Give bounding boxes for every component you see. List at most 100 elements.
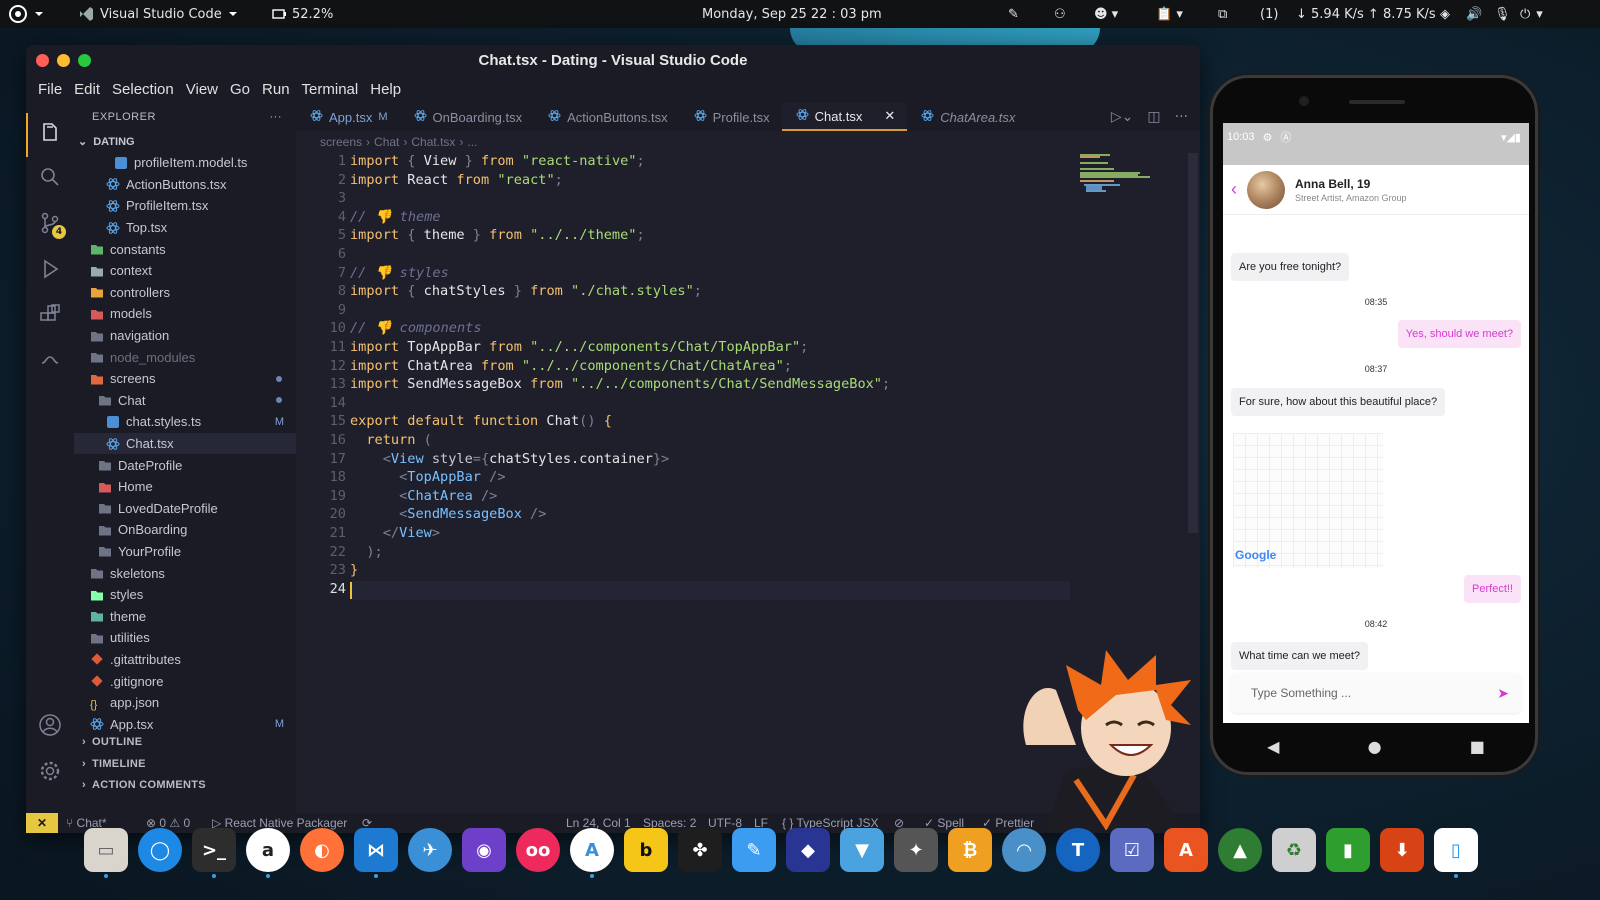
t-app-icon[interactable]: T: [1056, 828, 1100, 872]
code-line[interactable]: export default function Chat() {: [350, 413, 612, 429]
code-line[interactable]: <View style={chatStyles.container}>: [350, 451, 669, 467]
android-studio-icon[interactable]: A: [570, 828, 614, 878]
battery-indicator[interactable]: 52.2%: [272, 0, 333, 28]
code-line[interactable]: import { chatStyles } from "./chat.style…: [350, 283, 702, 299]
software-center-icon[interactable]: A: [1164, 828, 1208, 872]
clipboard-icon[interactable]: 📋 ▾: [1156, 0, 1183, 28]
code-line[interactable]: import TopAppBar from "../../components/…: [350, 339, 808, 355]
explorer-icon[interactable]: [38, 121, 62, 145]
code-line[interactable]: import ChatArea from "../../components/C…: [350, 358, 792, 374]
tree-item[interactable]: constants: [74, 238, 296, 260]
send-message-box[interactable]: Type Something ... ➤: [1231, 673, 1521, 713]
code-line[interactable]: </View>: [350, 525, 440, 541]
vscode-icon[interactable]: ⋈: [354, 828, 398, 878]
trash-icon[interactable]: ♻: [1272, 828, 1316, 872]
run-file-icon[interactable]: ▷⌄: [1111, 109, 1134, 125]
code-line[interactable]: <SendMessageBox />: [350, 506, 546, 522]
tree-item[interactable]: skeletons: [74, 562, 296, 584]
tree-item[interactable]: LovedDateProfile: [74, 498, 296, 520]
settings-gear-icon[interactable]: [38, 759, 62, 783]
tree-item[interactable]: Home: [74, 476, 296, 498]
active-app-menu[interactable]: Visual Studio Code: [78, 0, 238, 28]
map-preview[interactable]: Google: [1233, 433, 1383, 568]
power-menu[interactable]: ⏻ ▾: [1520, 0, 1543, 28]
community-icon[interactable]: ⚇: [1054, 0, 1066, 28]
tree-item[interactable]: DateProfile: [74, 454, 296, 476]
search-icon[interactable]: [38, 165, 62, 189]
volume-icon[interactable]: 🔊: [1466, 0, 1482, 28]
download-icon[interactable]: ⬇: [1380, 828, 1424, 872]
code-line[interactable]: // 👎 components: [350, 320, 482, 336]
clock[interactable]: Monday, Sep 25 22 : 03 pm: [702, 0, 882, 28]
source-control-icon[interactable]: 4: [38, 211, 66, 239]
tree-item[interactable]: theme: [74, 605, 296, 627]
menu-item-run[interactable]: Run: [256, 81, 296, 98]
message-bubble[interactable]: Yes, should we meet?: [1397, 320, 1521, 348]
tree-item[interactable]: context: [74, 260, 296, 282]
extensions-icon[interactable]: [38, 303, 62, 327]
files-icon[interactable]: ▭: [84, 828, 128, 878]
nav-home-icon[interactable]: ●: [1368, 737, 1382, 756]
terminal-icon[interactable]: >_: [192, 828, 236, 878]
remote-explorer-icon[interactable]: [38, 349, 62, 373]
tree-item[interactable]: controllers: [74, 282, 296, 304]
tree-item[interactable]: ActionButtons.tsx: [74, 174, 296, 196]
firefox-icon[interactable]: ◐: [300, 828, 344, 872]
message-bubble[interactable]: Perfect!!: [1464, 575, 1521, 603]
pen-icon[interactable]: ✎: [1008, 0, 1019, 28]
tab-app-tsx[interactable]: App.tsx M: [296, 103, 400, 131]
code-line[interactable]: import React from "react";: [350, 172, 563, 188]
tree-item[interactable]: models: [74, 303, 296, 325]
emoji-menu-icon[interactable]: ☻ ▾: [1094, 0, 1118, 28]
close-window-button[interactable]: [36, 54, 49, 67]
code-line[interactable]: <TopAppBar />: [350, 469, 505, 485]
rocket-app-icon[interactable]: ▲: [1218, 828, 1262, 872]
maximize-window-button[interactable]: [78, 54, 91, 67]
account-icon[interactable]: [38, 713, 62, 737]
tree-item[interactable]: Chat.tsx: [74, 432, 296, 455]
menu-item-view[interactable]: View: [180, 81, 224, 98]
github-icon[interactable]: ◉: [462, 828, 506, 872]
extension-icon[interactable]: ⧉: [1218, 0, 1227, 28]
breadcrumb-item[interactable]: ...: [467, 135, 477, 149]
fox-app-icon[interactable]: ▼: [840, 828, 884, 872]
code-line[interactable]: import SendMessageBox from "../../compon…: [350, 376, 890, 392]
menu-item-help[interactable]: Help: [364, 81, 407, 98]
microphone-icon[interactable]: 🎙: [1494, 0, 1511, 28]
code-line[interactable]: // 👎 theme: [350, 209, 441, 225]
run-debug-icon[interactable]: [38, 257, 62, 281]
tab-actionbuttons-tsx[interactable]: ActionButtons.tsx: [534, 103, 679, 131]
tree-item[interactable]: node_modules: [74, 346, 296, 368]
message-bubble[interactable]: What time can we meet?: [1231, 642, 1369, 670]
outline-section[interactable]: › OUTLINE: [74, 731, 296, 753]
tree-item[interactable]: .gitignore: [74, 670, 296, 692]
split-editor-icon[interactable]: ◫: [1147, 109, 1160, 125]
breadcrumb-item[interactable]: screens: [320, 135, 362, 149]
remote-indicator[interactable]: ✕: [26, 813, 58, 833]
gimp-icon[interactable]: ✦: [894, 828, 938, 872]
tree-item[interactable]: YourProfile: [74, 541, 296, 563]
menu-item-edit[interactable]: Edit: [68, 81, 106, 98]
code-line[interactable]: // 👎 styles: [350, 265, 449, 281]
tab-profile-tsx[interactable]: Profile.tsx: [680, 103, 782, 131]
breadcrumb-item[interactable]: Chat: [374, 135, 399, 149]
contact-avatar[interactable]: [1247, 170, 1285, 209]
message-bubble[interactable]: For sure, how about this beautiful place…: [1231, 388, 1446, 416]
more-actions-icon[interactable]: ···: [1175, 109, 1188, 125]
action-comments-section[interactable]: › ACTION COMMENTS: [74, 774, 296, 796]
wifi-icon[interactable]: ◈: [1440, 0, 1450, 28]
menu-item-terminal[interactable]: Terminal: [296, 81, 365, 98]
tree-item[interactable]: chat.styles.ts M: [74, 411, 296, 433]
notes-icon[interactable]: ✎: [732, 828, 776, 872]
layers-app-icon[interactable]: ◆: [786, 828, 830, 872]
b-app-icon[interactable]: b: [624, 828, 668, 872]
tree-item[interactable]: utilities: [74, 627, 296, 649]
figma-icon[interactable]: ✤: [678, 828, 722, 872]
tree-item[interactable]: {} app.json: [74, 692, 296, 714]
timeline-section[interactable]: › TIMELINE: [74, 753, 296, 775]
send-icon[interactable]: ➤: [1497, 685, 1509, 702]
minimize-window-button[interactable]: [57, 54, 70, 67]
notification-count[interactable]: (1): [1260, 0, 1278, 28]
tab-chatarea-tsx[interactable]: ChatArea.tsx: [907, 103, 1027, 131]
message-bubble[interactable]: Are you free tonight?: [1231, 253, 1350, 281]
